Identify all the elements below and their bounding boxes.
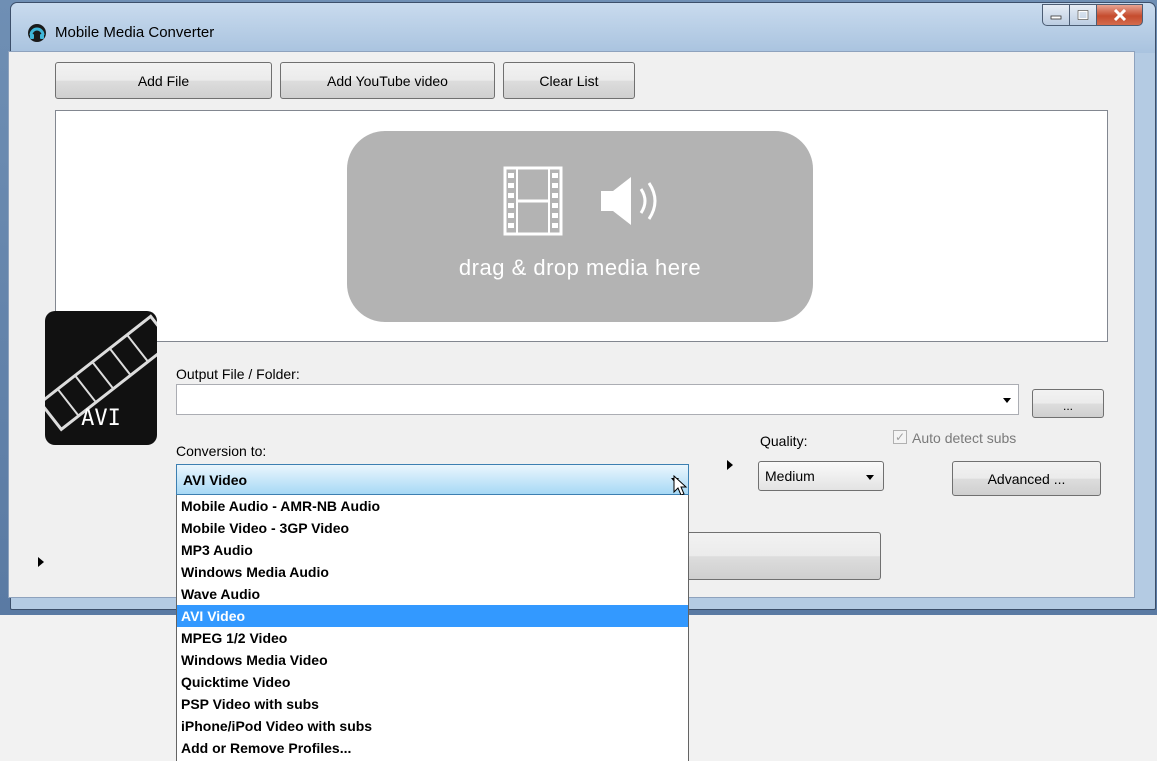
clear-list-button[interactable]: Clear List: [503, 62, 635, 99]
expand-arrow-icon[interactable]: [727, 460, 733, 470]
minimize-icon: [1050, 15, 1062, 20]
auto-detect-subs-label: Auto detect subs: [912, 430, 1017, 446]
drop-zone-hint: drag & drop media here: [347, 131, 813, 322]
conversion-label: Conversion to:: [176, 443, 267, 459]
window-title: Mobile Media Converter: [55, 24, 215, 41]
quality-selected-value: Medium: [765, 468, 815, 484]
list-item[interactable]: Mobile Video - 3GP Video: [177, 517, 688, 539]
speaker-icon: [601, 177, 657, 225]
close-button[interactable]: [1097, 4, 1143, 26]
file-list-drop-area[interactable]: drag & drop media here: [55, 110, 1108, 342]
format-icon-label: AVI: [81, 406, 121, 431]
list-item[interactable]: iPhone/iPod Video with subs: [177, 715, 688, 737]
title-bar[interactable]: Mobile Media Converter: [11, 3, 1155, 53]
list-item[interactable]: PSP Video with subs: [177, 693, 688, 715]
chevron-down-icon[interactable]: [1003, 398, 1011, 403]
checkmark-icon: ✓: [894, 430, 906, 444]
list-item[interactable]: Wave Audio: [177, 583, 688, 605]
format-icon: AVI: [45, 311, 157, 445]
conversion-dropdown-list[interactable]: Mobile Audio - AMR-NB Audio Mobile Video…: [176, 495, 689, 761]
list-item[interactable]: Add or Remove Profiles...: [177, 737, 688, 759]
list-item[interactable]: Quicktime Video: [177, 671, 688, 693]
mouse-cursor-icon: [673, 475, 688, 496]
list-item[interactable]: Windows Media Audio: [177, 561, 688, 583]
add-youtube-video-button[interactable]: Add YouTube video: [280, 62, 495, 99]
auto-detect-subs-checkbox[interactable]: ✓: [893, 430, 907, 444]
list-item-selected[interactable]: AVI Video: [177, 605, 688, 627]
quality-select[interactable]: Medium: [758, 461, 884, 491]
advanced-button[interactable]: Advanced ...: [952, 461, 1101, 496]
film-strip-icon: [503, 166, 563, 236]
maximize-button[interactable]: [1070, 4, 1097, 26]
list-item[interactable]: Windows Media Video: [177, 649, 688, 671]
minimize-button[interactable]: [1042, 4, 1070, 26]
drop-hint-text: drag & drop media here: [458, 255, 702, 280]
browse-button[interactable]: ...: [1032, 389, 1104, 418]
output-path-combo[interactable]: [176, 384, 1019, 415]
list-item[interactable]: Mobile Audio - AMR-NB Audio: [177, 495, 688, 517]
window-controls: [1042, 4, 1143, 28]
conversion-selected-value: AVI Video: [183, 472, 248, 488]
app-logo-icon: [28, 24, 46, 42]
maximize-icon: [1077, 10, 1089, 20]
conversion-select[interactable]: AVI Video: [176, 464, 689, 496]
quality-label: Quality:: [760, 433, 808, 449]
chevron-down-icon[interactable]: [866, 475, 874, 480]
add-file-button[interactable]: Add File: [55, 62, 272, 99]
close-icon: [1113, 9, 1126, 21]
expand-arrow-icon[interactable]: [38, 557, 44, 567]
list-item[interactable]: MPEG 1/2 Video: [177, 627, 688, 649]
output-label: Output File / Folder:: [176, 366, 300, 382]
list-item[interactable]: MP3 Audio: [177, 539, 688, 561]
